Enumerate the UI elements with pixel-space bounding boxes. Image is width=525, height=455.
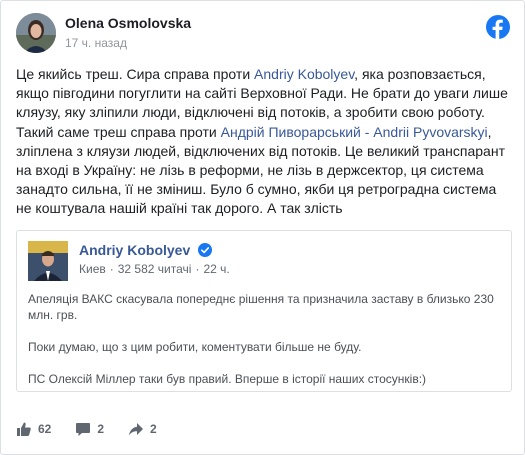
shared-author-label[interactable]: Andriy Kobolyev	[79, 242, 190, 258]
post-actions: 62 2 2	[16, 419, 181, 439]
shared-author-name[interactable]: Andriy Kobolyev	[79, 242, 213, 258]
share-button[interactable]: 2	[128, 421, 157, 437]
share-count: 2	[150, 422, 157, 436]
verified-badge-icon	[198, 243, 213, 257]
author-name[interactable]: Olena Osmolovska	[65, 15, 191, 31]
mention-link-pyvovarskyi[interactable]: Андрій Пиворарський - Andrii Pyvovarskyi	[221, 124, 488, 140]
like-button[interactable]: 62	[16, 421, 51, 437]
share-arrow-icon	[129, 423, 144, 436]
thumbs-up-icon	[17, 422, 31, 436]
shared-author-avatar[interactable]	[28, 241, 68, 281]
shared-post-meta: Киев · 32 582 читачі · 22 ч.	[79, 262, 230, 276]
meta-separator: ·	[109, 262, 114, 276]
shared-paragraph: Апеляція ВАКС скасувала попереднє рішенн…	[28, 292, 494, 322]
comment-icon	[76, 423, 91, 436]
shared-post[interactable]: Andriy Kobolyev Киев · 32 582 читачі · 22 ч.…	[16, 230, 512, 392]
shared-paragraph: Поки думаю, що з цим робити, коментувати…	[28, 340, 362, 354]
shared-readers: 32 582 читачі	[117, 262, 192, 276]
post-text-part: Це якийсь треш. Сира справа проти	[16, 66, 255, 82]
like-count: 62	[38, 422, 52, 436]
post-text: Це якийсь треш. Сира справа проти Andriy…	[16, 65, 510, 219]
shared-location[interactable]: Киев	[79, 262, 106, 276]
shared-paragraph: ПС Олексій Міллер таки був правий. Вперш…	[28, 372, 427, 386]
post-timestamp[interactable]: 17 ч. назад	[65, 36, 127, 50]
facebook-logo-icon[interactable]	[486, 15, 510, 39]
comment-button[interactable]: 2	[75, 421, 104, 437]
facebook-post-card: Olena Osmolovska 17 ч. назад Це якийсь т…	[0, 0, 525, 455]
comment-count: 2	[97, 422, 105, 436]
shared-time[interactable]: 22 ч.	[203, 262, 229, 276]
mention-link-kobolyev[interactable]: Andriy Kobolyev	[254, 66, 354, 82]
meta-separator: ·	[195, 262, 200, 276]
shared-post-body: Апеляція ВАКС скасувала попереднє рішенн…	[28, 291, 500, 403]
author-avatar[interactable]	[16, 13, 56, 53]
